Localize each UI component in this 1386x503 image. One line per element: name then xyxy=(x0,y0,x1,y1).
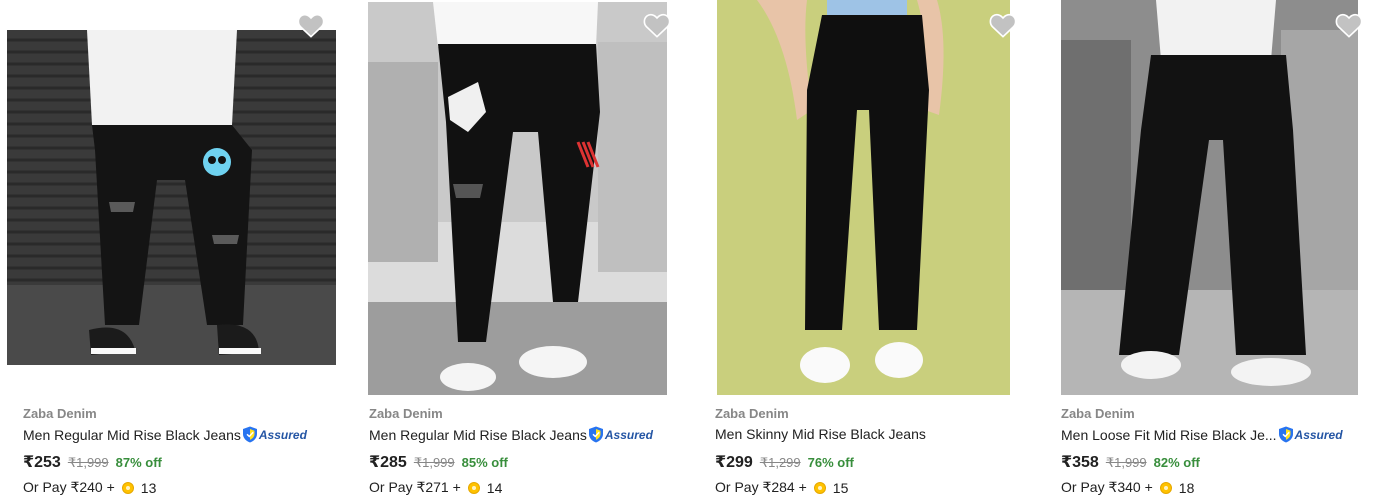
product-image-area[interactable] xyxy=(692,0,1032,400)
supercoin-icon xyxy=(1159,481,1172,494)
product-title-text[interactable]: Men Loose Fit Mid Rise Black Je... xyxy=(1061,427,1277,443)
product-brand: Zaba Denim xyxy=(23,406,97,421)
coin-count: 15 xyxy=(832,479,849,496)
discount-label: 85% off xyxy=(461,455,508,470)
coin-pay-price: Or Pay ₹284 + xyxy=(715,479,807,495)
discount-label: 87% off xyxy=(115,455,162,470)
assured-badge: Assured xyxy=(1278,426,1343,443)
product-brand: Zaba Denim xyxy=(369,406,443,421)
assured-badge: Assured xyxy=(588,426,653,443)
product-title-text[interactable]: Men Regular Mid Rise Black Jeans xyxy=(23,427,241,443)
selling-price: ₹358 xyxy=(1061,454,1099,471)
wishlist-heart-icon[interactable] xyxy=(643,12,671,38)
selling-price: ₹299 xyxy=(715,454,753,471)
selling-price: ₹285 xyxy=(369,454,407,471)
coin-pay-price: Or Pay ₹340 + xyxy=(1061,479,1153,495)
coin-pay-row: Or Pay ₹240 + 13 xyxy=(23,479,156,496)
product-card[interactable]: Zaba Denim Men Regular Mid Rise Black Je… xyxy=(0,0,340,503)
product-brand: Zaba Denim xyxy=(1061,406,1135,421)
product-image[interactable] xyxy=(1061,0,1358,395)
price-row: ₹285 ₹1,999 85% off xyxy=(369,452,508,472)
product-title-text[interactable]: Men Skinny Mid Rise Black Jeans xyxy=(715,426,926,442)
product-image[interactable] xyxy=(717,0,1010,395)
product-image-area[interactable] xyxy=(346,0,686,400)
coin-pay-price: Or Pay ₹240 + xyxy=(23,479,115,495)
assured-shield-icon xyxy=(588,426,603,443)
coin-count: 14 xyxy=(486,479,503,496)
product-title[interactable]: Men Regular Mid Rise Black Jeans Assured xyxy=(23,426,307,443)
product-card[interactable]: Zaba Denim Men Skinny Mid Rise Black Jea… xyxy=(692,0,1032,503)
original-price: ₹1,299 xyxy=(759,455,801,470)
supercoin-icon xyxy=(121,481,134,494)
original-price: ₹1,999 xyxy=(67,455,109,470)
assured-shield-icon xyxy=(1278,426,1293,443)
price-row: ₹299 ₹1,299 76% off xyxy=(715,452,854,472)
price-row: ₹358 ₹1,999 82% off xyxy=(1061,452,1200,472)
wishlist-heart-icon[interactable] xyxy=(297,12,325,38)
discount-label: 82% off xyxy=(1153,455,1200,470)
coin-pay-row: Or Pay ₹271 + 14 xyxy=(369,479,502,496)
product-title[interactable]: Men Loose Fit Mid Rise Black Je... Assur… xyxy=(1061,426,1343,443)
original-price: ₹1,999 xyxy=(1105,455,1147,470)
product-title-text[interactable]: Men Regular Mid Rise Black Jeans xyxy=(369,427,587,443)
assured-shield-icon xyxy=(242,426,257,443)
supercoin-icon xyxy=(467,481,480,494)
price-row: ₹253 ₹1,999 87% off xyxy=(23,452,162,472)
coin-pay-row: Or Pay ₹340 + 18 xyxy=(1061,479,1194,496)
original-price: ₹1,999 xyxy=(413,455,455,470)
assured-label: Assured xyxy=(1294,427,1343,442)
product-title[interactable]: Men Regular Mid Rise Black Jeans Assured xyxy=(369,426,653,443)
coin-count: 13 xyxy=(140,479,157,496)
product-image-area[interactable] xyxy=(0,0,340,400)
assured-label: Assured xyxy=(604,427,653,442)
discount-label: 76% off xyxy=(807,455,854,470)
coin-pay-price: Or Pay ₹271 + xyxy=(369,479,461,495)
supercoin-icon xyxy=(813,481,826,494)
coin-count: 18 xyxy=(1178,479,1195,496)
wishlist-heart-icon[interactable] xyxy=(989,12,1017,38)
product-image-area[interactable] xyxy=(1038,0,1378,400)
product-card[interactable]: Zaba Denim Men Loose Fit Mid Rise Black … xyxy=(1038,0,1378,503)
coin-pay-row: Or Pay ₹284 + 15 xyxy=(715,479,848,496)
assured-label: Assured xyxy=(258,427,307,442)
product-card[interactable]: Zaba Denim Men Regular Mid Rise Black Je… xyxy=(346,0,686,503)
selling-price: ₹253 xyxy=(23,454,61,471)
assured-badge: Assured xyxy=(242,426,307,443)
product-image[interactable] xyxy=(7,30,336,365)
wishlist-heart-icon[interactable] xyxy=(1335,12,1363,38)
product-brand: Zaba Denim xyxy=(715,406,789,421)
product-image[interactable] xyxy=(368,2,667,395)
product-title[interactable]: Men Skinny Mid Rise Black Jeans xyxy=(715,426,926,442)
